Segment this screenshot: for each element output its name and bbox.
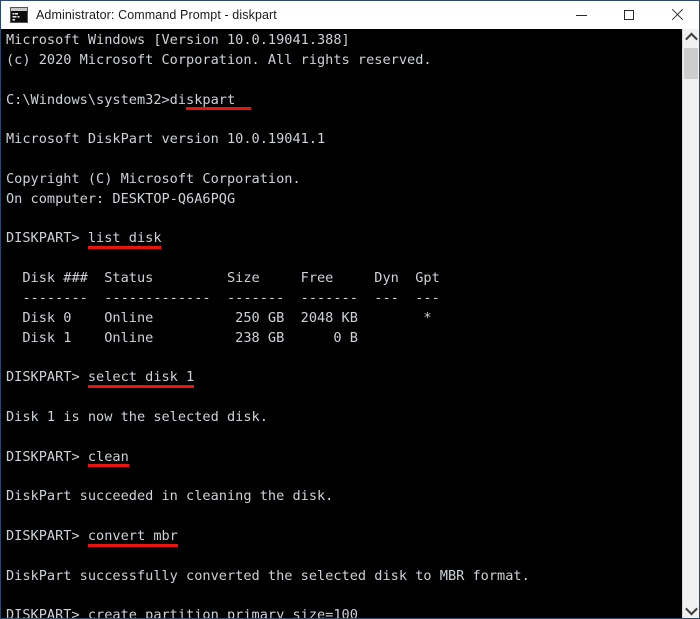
minimize-button[interactable] [558, 1, 604, 29]
maximize-icon [624, 10, 634, 20]
underline-convert [87, 543, 178, 547]
scroll-up-arrow-icon[interactable] [683, 29, 699, 46]
scroll-down-arrow-icon[interactable] [683, 602, 699, 618]
scrollbar-thumb[interactable] [684, 48, 698, 79]
underline-clean [87, 464, 129, 468]
maximize-button[interactable] [606, 1, 652, 29]
console-output-area[interactable]: Microsoft Windows [Version 10.0.19041.38… [1, 29, 683, 619]
close-button[interactable] [654, 1, 699, 29]
console-text: Microsoft Windows [Version 10.0.19041.38… [6, 32, 530, 619]
window-title: Administrator: Command Prompt - diskpart [36, 8, 277, 22]
console-scrollbar[interactable] [682, 29, 699, 618]
underline-diskpart [185, 107, 252, 111]
underline-select [87, 384, 195, 388]
close-icon [671, 9, 683, 21]
console-icon [10, 7, 28, 23]
command-prompt-window: Administrator: Command Prompt - diskpart… [0, 0, 700, 619]
chevron-down-icon [684, 602, 698, 616]
chevron-up-icon [684, 32, 698, 46]
title-bar[interactable]: Administrator: Command Prompt - diskpart [1, 1, 699, 30]
minimize-icon [575, 14, 587, 16]
underline-list [87, 246, 162, 249]
